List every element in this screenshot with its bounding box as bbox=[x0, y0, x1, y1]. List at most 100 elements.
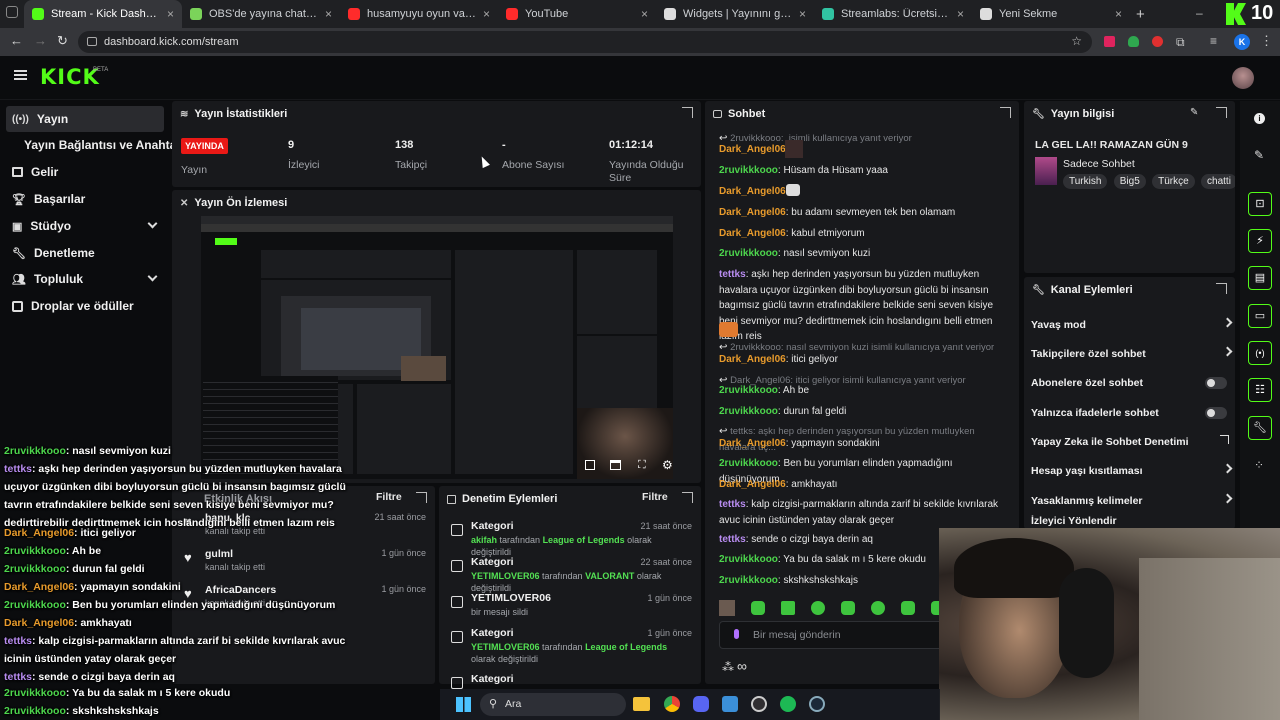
channel-action-row[interactable]: Abonelere özel sohbet bbox=[1031, 373, 1231, 393]
user-avatar[interactable] bbox=[1232, 67, 1254, 89]
chat-username[interactable]: 2ruvikkkooo bbox=[719, 554, 778, 565]
chat-username[interactable]: 2ruvikkkooo bbox=[719, 248, 778, 259]
edit-icon[interactable]: ✎ bbox=[1254, 148, 1264, 162]
toggle-switch[interactable] bbox=[1205, 407, 1227, 419]
lightning-icon[interactable]: ⚡︎ bbox=[1248, 229, 1272, 253]
bookmark-star-icon[interactable]: ☆ bbox=[1071, 34, 1082, 48]
chat-username[interactable]: Dark_Angel06 bbox=[719, 479, 786, 490]
hamburger-menu-icon[interactable] bbox=[14, 70, 27, 80]
file-explorer-icon[interactable] bbox=[633, 697, 650, 711]
browser-menu-icon[interactable]: ⋮ bbox=[1260, 33, 1273, 49]
tag-chip[interactable]: Turkish bbox=[1063, 174, 1108, 189]
chat-mode-icon[interactable]: ⊡ bbox=[1248, 192, 1272, 216]
chrome-icon[interactable] bbox=[664, 696, 680, 712]
browser-tab[interactable]: husamyuyu oyun vakti 3 - YouT × bbox=[340, 0, 498, 28]
mod-action-game[interactable]: VALORANT bbox=[585, 571, 634, 581]
popout-icon[interactable] bbox=[585, 460, 595, 470]
profile-avatar[interactable]: K bbox=[1234, 34, 1250, 50]
channel-action-row[interactable]: İzleyici Yönlendir bbox=[1031, 515, 1231, 527]
popout-icon[interactable] bbox=[1216, 107, 1227, 118]
emote-icon[interactable] bbox=[931, 601, 939, 615]
discord-icon[interactable] bbox=[693, 696, 709, 712]
tab-search-icon[interactable] bbox=[6, 6, 18, 18]
chevron-down-icon[interactable] bbox=[147, 271, 158, 282]
emote-icon[interactable] bbox=[751, 601, 765, 615]
tag-chip[interactable]: Big5 bbox=[1113, 174, 1146, 189]
address-bar[interactable]: dashboard.kick.com/stream ☆ bbox=[78, 31, 1092, 53]
browser-tab[interactable]: OBS'de yayına chat ekranı nasıl × bbox=[182, 0, 340, 28]
channel-action-row[interactable]: Yasaklanmış kelimeler bbox=[1031, 491, 1233, 511]
popout-icon[interactable] bbox=[416, 492, 427, 503]
broadcast-icon[interactable]: (•) bbox=[1248, 341, 1272, 365]
sidebar-item-stream-key[interactable]: Yayın Bağlantısı ve Anahtarı bbox=[18, 132, 184, 158]
microphone-icon[interactable] bbox=[734, 629, 739, 639]
obs-icon[interactable] bbox=[751, 696, 767, 712]
sidebar-item-denetleme[interactable]: 🔧︎ Denetleme bbox=[6, 240, 164, 266]
category-name[interactable]: Sadece Sohbet bbox=[1063, 158, 1135, 170]
mod-action-user[interactable]: YETIMLOVER06 bbox=[471, 571, 540, 581]
channel-action-row[interactable]: Hesap yaşı kısıtlaması bbox=[1031, 461, 1233, 481]
external-link-icon[interactable] bbox=[1220, 435, 1229, 444]
tab-close-icon[interactable]: × bbox=[1115, 7, 1122, 21]
popout-icon[interactable] bbox=[1000, 107, 1011, 118]
chevron-down-icon[interactable] bbox=[147, 218, 158, 229]
sidebar-item-topluluk[interactable]: 👥︎ Topluluk bbox=[6, 266, 164, 292]
chat-username[interactable]: Dark_Angel06 bbox=[719, 354, 786, 365]
new-tab-button[interactable]: + bbox=[1136, 6, 1145, 23]
edit-pencil-icon[interactable]: ✎ bbox=[1190, 107, 1198, 118]
chat-username[interactable]: 2ruvikkkooo bbox=[719, 575, 778, 586]
fullscreen-icon[interactable]: ⛶ bbox=[638, 459, 646, 472]
tab-close-icon[interactable]: × bbox=[483, 7, 490, 21]
channel-action-row[interactable]: Yalnızca ifadelerle sohbet bbox=[1031, 403, 1231, 423]
preview-video[interactable]: ⛶ ⚙ bbox=[201, 216, 673, 479]
channel-action-row[interactable]: Yavaş mod bbox=[1031, 315, 1233, 335]
popout-icon[interactable] bbox=[682, 492, 693, 503]
emote-icon[interactable] bbox=[871, 601, 885, 615]
back-icon[interactable]: ← bbox=[10, 33, 23, 48]
chat-username[interactable]: tettks bbox=[719, 534, 746, 545]
tab-close-icon[interactable]: × bbox=[641, 7, 648, 21]
browser-tab[interactable]: Widgets | Yayınını güçlendirme × bbox=[656, 0, 814, 28]
mod-action-user[interactable]: akifah bbox=[471, 535, 497, 545]
apps-icon[interactable]: ⁘ bbox=[1254, 458, 1264, 472]
emote-icon[interactable] bbox=[841, 601, 855, 615]
filter-button[interactable]: Filtre bbox=[376, 491, 402, 503]
chat-username[interactable]: tettks bbox=[719, 269, 746, 280]
extension-icon-1[interactable] bbox=[1104, 36, 1115, 47]
tab-close-icon[interactable]: × bbox=[167, 7, 174, 21]
tools-icon[interactable]: 🔧︎ bbox=[1248, 416, 1272, 440]
chat-username[interactable]: Dark_Angel06 bbox=[719, 186, 786, 197]
chat-input-box[interactable]: Bir mesaj gönderin bbox=[719, 621, 949, 649]
screenshot-icon[interactable] bbox=[610, 460, 621, 470]
browser-tab[interactable]: Yeni Sekme × bbox=[972, 0, 1130, 28]
steam-icon[interactable] bbox=[809, 696, 825, 712]
emote-picker-icon[interactable]: ⁂ bbox=[722, 660, 734, 674]
tag-chip[interactable]: chatti bbox=[1201, 174, 1235, 189]
forward-icon[interactable]: → bbox=[34, 33, 47, 48]
emote-avatar[interactable] bbox=[719, 600, 735, 616]
extensions-puzzle-icon[interactable]: ⧉ bbox=[1176, 35, 1185, 50]
app-icon[interactable] bbox=[722, 696, 738, 712]
layout-icon[interactable]: ☷ bbox=[1248, 378, 1272, 402]
sidebar-item-yayin[interactable]: ((•)) Yayın bbox=[6, 106, 164, 132]
chat-username[interactable]: 2ruvikkkooo bbox=[719, 165, 778, 176]
chat-username[interactable]: tettks bbox=[719, 499, 746, 510]
mod-action-game[interactable]: League of Legends bbox=[585, 642, 667, 652]
mod-action-game[interactable]: League of Legends bbox=[543, 535, 625, 545]
extension-icon-3[interactable] bbox=[1152, 36, 1163, 47]
infinity-icon[interactable]: ∞ bbox=[737, 658, 747, 674]
chat-username[interactable]: 2ruvikkkooo bbox=[719, 385, 778, 396]
chat-username[interactable]: 2ruvikkkooo bbox=[719, 406, 778, 417]
toggle-switch[interactable] bbox=[1205, 377, 1227, 389]
chat-username[interactable]: Dark_Angel06 bbox=[719, 144, 786, 155]
tab-close-icon[interactable]: × bbox=[957, 7, 964, 21]
channel-action-row[interactable]: Takipçilere özel sohbet bbox=[1031, 344, 1233, 364]
info-icon[interactable]: i bbox=[1254, 113, 1265, 124]
tab-close-icon[interactable]: × bbox=[799, 7, 806, 21]
emote-icon[interactable] bbox=[901, 601, 915, 615]
filter-button[interactable]: Filtre bbox=[642, 491, 668, 503]
sidebar-item-droplar[interactable]: Droplar ve ödüller bbox=[6, 293, 164, 319]
settings-gear-icon[interactable]: ⚙ bbox=[662, 458, 673, 472]
message-icon[interactable]: ▭ bbox=[1248, 304, 1272, 328]
browser-tab[interactable]: YouTube × bbox=[498, 0, 656, 28]
